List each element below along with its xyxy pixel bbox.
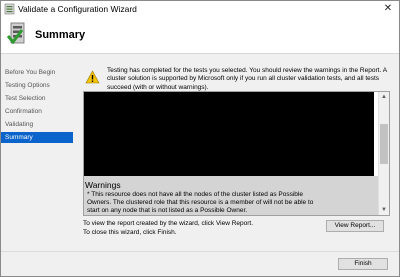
step-before-you-begin[interactable]: Before You Begin [1, 67, 73, 78]
scroll-up-arrow-icon[interactable]: ▲ [379, 92, 389, 102]
view-report-button[interactable]: View Report... [326, 220, 384, 232]
wizard-header: Summary [1, 18, 399, 54]
wizard-window: Validate a Configuration Wizard ✕ Summar… [0, 0, 400, 277]
warning-detail-text: * This resource does not have all the no… [87, 191, 314, 215]
instructions: To view the report created by the wizard… [83, 220, 253, 237]
scroll-thumb[interactable] [380, 124, 388, 164]
wizard-steps: Before You Begin Testing Options Test Se… [1, 65, 74, 245]
close-button[interactable]: ✕ [381, 2, 395, 16]
finish-button[interactable]: Finish [338, 258, 388, 270]
report-viewer[interactable]: Warnings * This resource does not have a… [83, 91, 390, 216]
title-bar: Validate a Configuration Wizard ✕ [1, 1, 399, 18]
summary-message: Testing has completed for the tests you … [107, 67, 387, 91]
page-title: Summary [35, 29, 86, 41]
footer-divider [1, 251, 399, 252]
step-validating[interactable]: Validating [1, 119, 73, 130]
window-title: Validate a Configuration Wizard [18, 4, 137, 14]
redacted-content [84, 92, 374, 176]
step-summary[interactable]: Summary [1, 132, 73, 143]
app-icon [4, 3, 15, 15]
cluster-validation-icon [6, 21, 29, 47]
warning-triangle-icon [85, 70, 100, 84]
report-scrollbar[interactable]: ▲ ▼ [378, 92, 389, 215]
step-confirmation[interactable]: Confirmation [1, 106, 73, 117]
view-report-instruction: To view the report created by the wizard… [83, 220, 254, 227]
finish-instruction: To close this wizard, click Finish. [83, 228, 177, 236]
warnings-heading: Warnings [85, 180, 121, 190]
scroll-down-arrow-icon[interactable]: ▼ [379, 205, 389, 215]
step-test-selection[interactable]: Test Selection [1, 93, 73, 104]
step-testing-options[interactable]: Testing Options [1, 80, 73, 91]
